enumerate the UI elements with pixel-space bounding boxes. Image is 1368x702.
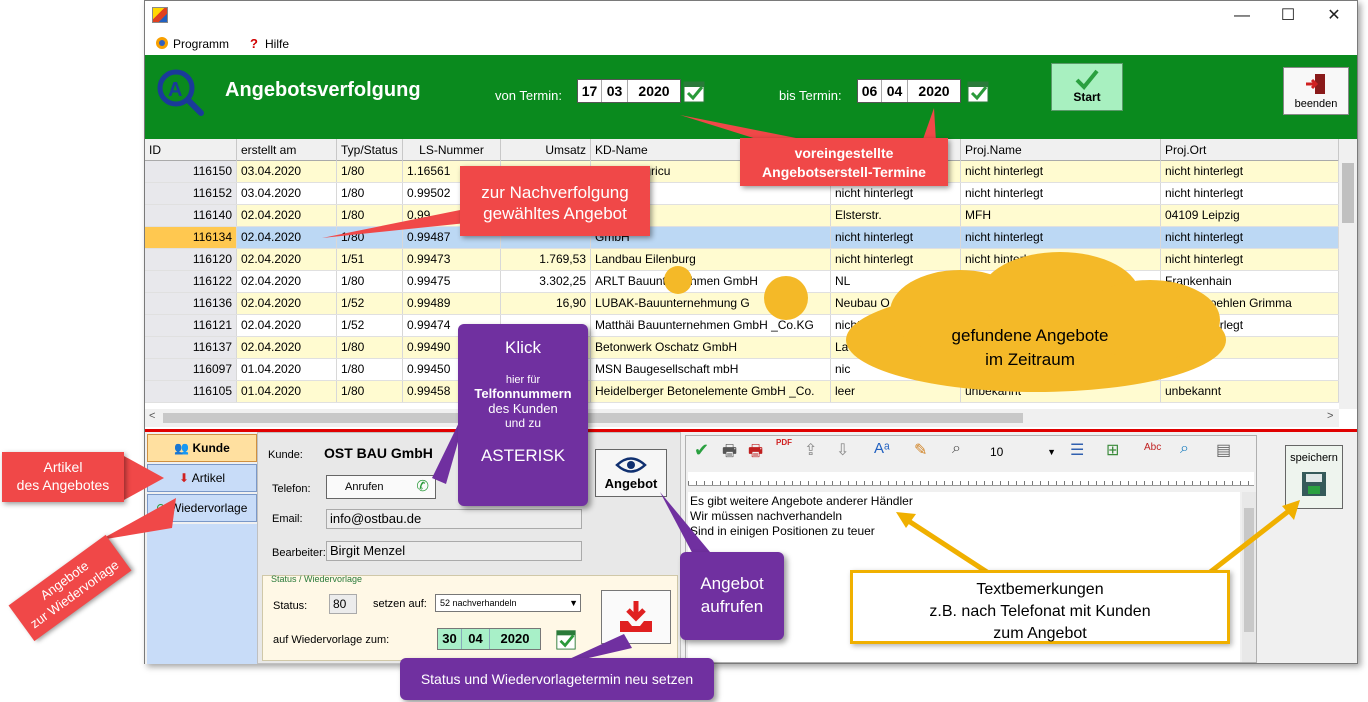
- annotation-gefundene: gefundene Angebote im Zeitraum: [880, 324, 1180, 372]
- annotation-line: des Angebotes: [16, 477, 110, 493]
- annotation-line: hier für: [505, 374, 541, 386]
- arrow-nachverfolgung: [322, 208, 476, 238]
- annotation-line: im Zeitraum: [985, 350, 1075, 369]
- arrow-wiedervorlage: [100, 498, 176, 540]
- arrow-angebot-aufrufen: [660, 492, 710, 560]
- arrow-textbemerkungen-left: [902, 515, 992, 577]
- annotation-line: und zu: [504, 416, 542, 430]
- arrow-artikel: [124, 456, 164, 500]
- cloud-bubble: [664, 266, 692, 294]
- annotation-textbemerkungen: Textbemerkungen z.B. nach Telefonat mit …: [850, 570, 1230, 644]
- annotation-line: Klick: [505, 338, 541, 357]
- annotation-termine: voreingestellte Angebotserstell-Termine: [740, 138, 948, 186]
- annotation-line: ASTERISK: [480, 446, 566, 465]
- annotation-line: Textbemerkungen: [976, 581, 1104, 598]
- annotation-status-neu: Status und Wiedervorlagetermin neu setze…: [400, 658, 714, 700]
- annotation-line: zur Nachverfolgung: [481, 183, 629, 202]
- annotation-artikel: Artikel des Angebotes: [2, 452, 124, 502]
- annotation-line: zum Angebot: [993, 625, 1087, 642]
- annotation-angebot-aufrufen: Angebot aufrufen: [680, 552, 784, 640]
- annotation-klick: Klick hier für Telfonnummern des Kunden …: [458, 324, 588, 506]
- annotation-line: gefundene Angebote: [951, 326, 1109, 345]
- annotation-line: aufrufen: [700, 597, 764, 616]
- annotation-line: Angebot: [700, 574, 764, 593]
- annotation-line: Artikel: [43, 459, 83, 475]
- annotation-line: Angebotserstell-Termine: [762, 164, 926, 180]
- annotation-nachverfolgung: zur Nachverfolgung gewähltes Angebot: [460, 166, 650, 236]
- annotation-line: des Kunden: [488, 401, 558, 416]
- annotation-line: voreingestellte: [794, 145, 894, 161]
- annotation-line: Telfonnummern: [474, 386, 572, 401]
- annotation-line: z.B. nach Telefonat mit Kunden: [929, 603, 1151, 620]
- annotation-line: gewähltes Angebot: [483, 204, 627, 223]
- cloud-bubble: [764, 276, 808, 320]
- arrow-termine-right: [922, 108, 936, 142]
